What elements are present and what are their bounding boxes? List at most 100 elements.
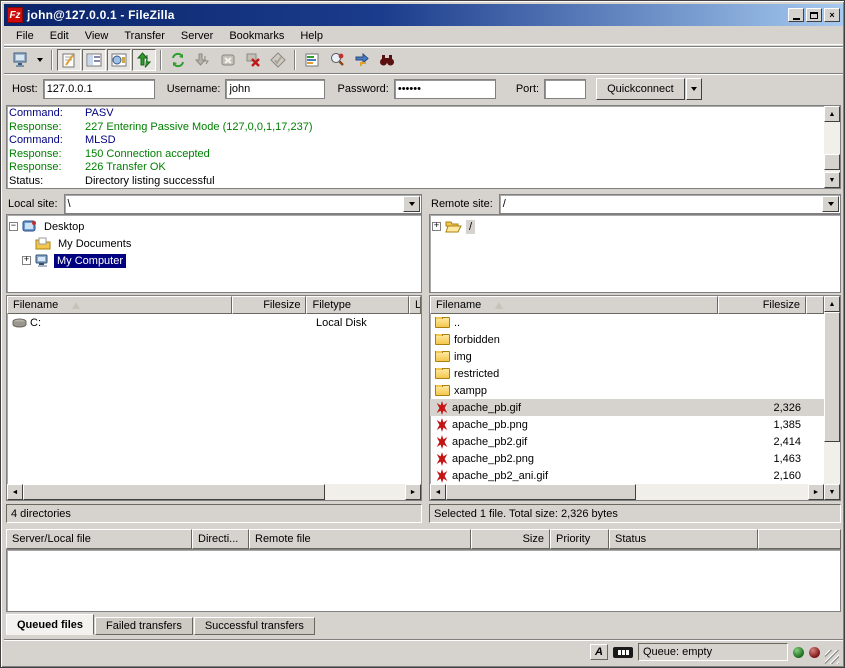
- disconnect-button[interactable]: [241, 49, 265, 71]
- menu-transfer[interactable]: Transfer: [116, 28, 173, 44]
- quickconnect-button[interactable]: Quickconnect: [596, 78, 685, 100]
- remote-site-row: Remote site: /: [429, 193, 841, 214]
- port-input[interactable]: [544, 79, 586, 99]
- process-queue-button[interactable]: [191, 49, 215, 71]
- remote-file-row[interactable]: img: [430, 348, 824, 365]
- compare-directories-button[interactable]: [325, 49, 349, 71]
- column-header-direction[interactable]: Directi...: [192, 529, 249, 549]
- tree-item-my-documents[interactable]: My Documents: [9, 235, 419, 252]
- column-header-remote-file[interactable]: Remote file: [249, 529, 471, 549]
- queue-tabs: Queued files Failed transfers Successful…: [6, 614, 316, 635]
- local-list-header: Filename Filesize Filetype L: [7, 296, 421, 314]
- maximize-button[interactable]: [806, 8, 822, 22]
- scroll-up-icon[interactable]: ▲: [824, 296, 840, 312]
- password-input[interactable]: [394, 79, 496, 99]
- binoculars-icon: [379, 52, 395, 68]
- scrollbar-thumb[interactable]: [824, 312, 840, 442]
- scroll-up-icon[interactable]: ▲: [824, 106, 840, 122]
- log-line: Response:227 Entering Passive Mode (127,…: [9, 121, 822, 135]
- expand-icon[interactable]: +: [432, 222, 441, 231]
- scrollbar-thumb[interactable]: [23, 484, 325, 500]
- menu-help[interactable]: Help: [292, 28, 331, 44]
- column-header-priority[interactable]: Priority: [550, 529, 609, 549]
- toggle-transfer-queue-button[interactable]: [132, 49, 156, 71]
- remote-file-row[interactable]: xampp: [430, 382, 824, 399]
- remote-file-row[interactable]: apache_pb2_ani.gif2,160: [430, 467, 824, 484]
- sync-browsing-icon: [354, 52, 370, 68]
- remote-site-value: /: [500, 198, 821, 210]
- directory-filters-button[interactable]: [300, 49, 324, 71]
- reconnect-button[interactable]: [266, 49, 290, 71]
- column-header-size[interactable]: Size: [471, 529, 550, 549]
- column-header-filename[interactable]: Filename: [7, 296, 232, 314]
- transfer-type-indicator[interactable]: A: [590, 644, 608, 660]
- menu-file[interactable]: File: [8, 28, 42, 44]
- column-header-filesize[interactable]: Filesize: [232, 296, 307, 314]
- combo-dropdown-button[interactable]: [403, 196, 420, 212]
- local-file-row[interactable]: C: Local Disk: [7, 314, 421, 331]
- column-header-server-local-file[interactable]: Server/Local file: [6, 529, 192, 549]
- host-input[interactable]: [43, 79, 155, 99]
- minimize-button[interactable]: [788, 8, 804, 22]
- refresh-button[interactable]: [166, 49, 190, 71]
- scroll-right-icon[interactable]: ►: [808, 484, 824, 500]
- menu-server[interactable]: Server: [173, 28, 221, 44]
- speed-limits-icon[interactable]: [613, 647, 633, 658]
- scrollbar-thumb[interactable]: [824, 154, 840, 170]
- close-button[interactable]: ×: [824, 8, 840, 22]
- title-bar[interactable]: Fz john@127.0.0.1 - FileZilla ×: [4, 4, 843, 26]
- column-header-status[interactable]: Status: [609, 529, 758, 549]
- menu-bookmarks[interactable]: Bookmarks: [221, 28, 292, 44]
- scrollbar-thumb[interactable]: [446, 484, 636, 500]
- tree-item-label: /: [466, 220, 475, 234]
- scroll-left-icon[interactable]: ◄: [430, 484, 446, 500]
- queue-list[interactable]: [6, 549, 841, 612]
- toolbar-separator: [294, 50, 296, 70]
- resize-grip[interactable]: [825, 650, 839, 664]
- tree-item-root[interactable]: + /: [432, 218, 838, 235]
- menu-view[interactable]: View: [77, 28, 117, 44]
- log-vertical-scrollbar[interactable]: ▲ ▼: [824, 106, 840, 188]
- site-manager-dropdown-button[interactable]: [33, 49, 47, 71]
- site-manager-button[interactable]: [8, 49, 32, 71]
- collapse-icon[interactable]: −: [9, 222, 18, 231]
- local-horizontal-scrollbar[interactable]: ◄ ►: [7, 484, 421, 500]
- tab-failed-transfers[interactable]: Failed transfers: [95, 617, 193, 635]
- combo-dropdown-button[interactable]: [822, 196, 839, 212]
- column-header-filesize[interactable]: Filesize: [718, 296, 806, 314]
- column-header-filetype[interactable]: Filetype: [306, 296, 409, 314]
- log-line: Response:226 Transfer OK: [9, 161, 822, 175]
- port-label: Port:: [516, 83, 539, 95]
- column-header-last-modified[interactable]: L: [409, 296, 421, 314]
- remote-file-row[interactable]: ..: [430, 314, 824, 331]
- find-files-button[interactable]: [375, 49, 399, 71]
- toggle-remote-tree-button[interactable]: [107, 49, 131, 71]
- column-header-filename[interactable]: Filename: [430, 296, 718, 314]
- remote-file-row[interactable]: forbidden: [430, 331, 824, 348]
- local-site-combo[interactable]: \: [64, 194, 422, 214]
- remote-vertical-scrollbar[interactable]: ▲ ▼: [824, 296, 840, 500]
- tab-successful-transfers[interactable]: Successful transfers: [194, 617, 315, 635]
- remote-file-row[interactable]: restricted: [430, 365, 824, 382]
- scroll-right-icon[interactable]: ►: [405, 484, 421, 500]
- tree-item-desktop[interactable]: − Desktop: [9, 218, 419, 235]
- remote-horizontal-scrollbar[interactable]: ◄ ►: [430, 484, 824, 500]
- scroll-down-icon[interactable]: ▼: [824, 172, 840, 188]
- scroll-down-icon[interactable]: ▼: [824, 484, 840, 500]
- expand-icon[interactable]: +: [22, 256, 31, 265]
- toggle-local-tree-button[interactable]: [82, 49, 106, 71]
- tree-item-my-computer[interactable]: + My Computer: [9, 252, 419, 269]
- tab-queued-files[interactable]: Queued files: [6, 614, 94, 635]
- remote-site-combo[interactable]: /: [499, 194, 841, 214]
- scroll-left-icon[interactable]: ◄: [7, 484, 23, 500]
- remote-file-row[interactable]: apache_pb2.gif2,414: [430, 433, 824, 450]
- remote-file-row-selected[interactable]: apache_pb.gif2,326: [430, 399, 824, 416]
- cancel-operation-button[interactable]: [216, 49, 240, 71]
- toggle-message-log-button[interactable]: [57, 49, 81, 71]
- quickconnect-dropdown-button[interactable]: [686, 78, 702, 100]
- username-input[interactable]: [225, 79, 325, 99]
- remote-file-row[interactable]: apache_pb2.png1,463: [430, 450, 824, 467]
- synchronized-browsing-button[interactable]: [350, 49, 374, 71]
- remote-file-row[interactable]: apache_pb.png1,385: [430, 416, 824, 433]
- menu-edit[interactable]: Edit: [42, 28, 77, 44]
